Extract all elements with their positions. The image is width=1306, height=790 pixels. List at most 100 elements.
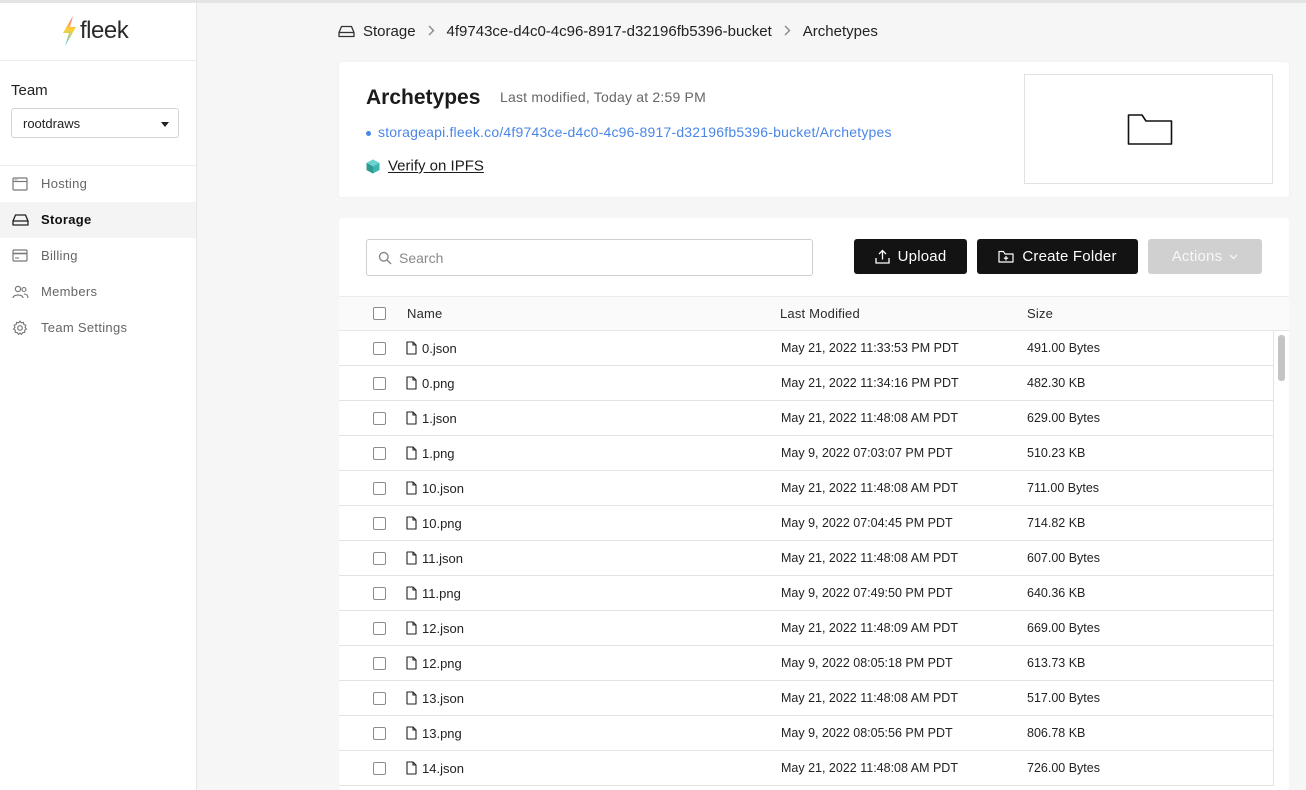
verify-ipfs[interactable]: Verify on IPFS — [366, 157, 484, 175]
row-checkbox[interactable] — [373, 447, 386, 460]
file-last-modified: May 9, 2022 07:49:50 PM PDT — [781, 586, 953, 600]
file-last-modified: May 9, 2022 08:05:18 PM PDT — [781, 656, 953, 670]
sidebar-item-hosting[interactable]: Hosting — [0, 166, 196, 202]
sidebar-item-team-settings[interactable]: Team Settings — [0, 310, 196, 346]
breadcrumb-storage[interactable]: Storage — [363, 23, 416, 40]
table-row[interactable]: 10.png May 9, 2022 07:04:45 PM PDT 714.8… — [339, 506, 1274, 541]
file-size: 669.00 Bytes — [1027, 621, 1100, 635]
file-last-modified: May 21, 2022 11:48:08 AM PDT — [781, 761, 958, 775]
file-size: 607.00 Bytes — [1027, 551, 1100, 565]
scrollbar-thumb[interactable] — [1278, 335, 1285, 381]
file-icon — [406, 691, 417, 705]
file-name[interactable]: 12.png — [422, 656, 462, 671]
file-name[interactable]: 12.json — [422, 621, 464, 636]
file-name[interactable]: 13.json — [422, 691, 464, 706]
table-row[interactable]: 1.json May 21, 2022 11:48:08 AM PDT 629.… — [339, 401, 1274, 436]
file-name[interactable]: 0.png — [422, 376, 455, 391]
select-all-checkbox[interactable] — [373, 307, 386, 320]
sidebar-item-label: Hosting — [41, 176, 88, 191]
table-row[interactable]: 0.png May 21, 2022 11:34:16 PM PDT 482.3… — [339, 366, 1274, 401]
storage-url-link[interactable]: storageapi.fleek.co/4f9743ce-d4c0-4c96-8… — [366, 124, 892, 140]
chevron-right-icon — [428, 23, 435, 40]
create-folder-button[interactable]: Create Folder — [977, 239, 1138, 274]
team-select-value: rootdraws — [23, 116, 81, 131]
file-name[interactable]: 10.png — [422, 516, 462, 531]
files-card: Upload Create Folder Actions Name Last M… — [339, 218, 1289, 790]
chevron-right-icon — [784, 23, 791, 40]
row-checkbox[interactable] — [373, 762, 386, 775]
row-checkbox[interactable] — [373, 727, 386, 740]
file-size: 491.00 Bytes — [1027, 341, 1100, 355]
breadcrumb-bucket[interactable]: 4f9743ce-d4c0-4c96-8917-d32196fb5396-buc… — [447, 23, 772, 40]
breadcrumb-current: Archetypes — [802, 22, 878, 40]
file-name[interactable]: 0.json — [422, 341, 457, 356]
file-icon — [406, 411, 417, 425]
chevron-down-icon — [1229, 254, 1238, 259]
file-name[interactable]: 10.json — [422, 481, 464, 496]
row-checkbox[interactable] — [373, 377, 386, 390]
sidebar-item-members[interactable]: Members — [0, 274, 196, 310]
table-row[interactable]: 11.json May 21, 2022 11:48:08 AM PDT 607… — [339, 541, 1274, 576]
brand-name: fleek — [80, 17, 129, 44]
folder-icon — [1127, 114, 1173, 145]
create-folder-label: Create Folder — [1022, 248, 1117, 265]
actions-label: Actions — [1171, 248, 1223, 265]
search-box[interactable] — [366, 239, 813, 276]
table-row[interactable]: 12.json May 21, 2022 11:48:09 AM PDT 669… — [339, 611, 1274, 646]
file-size: 806.78 KB — [1027, 726, 1086, 740]
table-header: Name Last Modified Size — [339, 296, 1289, 331]
file-icon — [406, 621, 417, 635]
table-row[interactable]: 0.json May 21, 2022 11:33:53 PM PDT 491.… — [339, 331, 1274, 366]
row-checkbox[interactable] — [373, 482, 386, 495]
sidebar-item-storage[interactable]: Storage — [0, 202, 196, 238]
hard-drive-icon — [12, 214, 29, 226]
file-last-modified: May 21, 2022 11:48:08 AM PDT — [781, 481, 958, 495]
file-last-modified: May 9, 2022 07:04:45 PM PDT — [781, 516, 953, 530]
table-row[interactable]: 1.png May 9, 2022 07:03:07 PM PDT 510.23… — [339, 436, 1274, 471]
file-name[interactable]: 14.json — [422, 761, 464, 776]
table-row[interactable]: 12.png May 9, 2022 08:05:18 PM PDT 613.7… — [339, 646, 1274, 681]
file-name[interactable]: 13.png — [422, 726, 462, 741]
actions-button[interactable]: Actions — [1148, 239, 1262, 274]
file-last-modified: May 21, 2022 11:33:53 PM PDT — [781, 341, 959, 355]
sidebar-item-billing[interactable]: Billing — [0, 238, 196, 274]
file-name[interactable]: 11.json — [422, 551, 463, 566]
file-last-modified: May 21, 2022 11:48:09 AM PDT — [781, 621, 958, 635]
column-header-size[interactable]: Size — [1027, 306, 1053, 321]
upload-button[interactable]: Upload — [854, 239, 967, 274]
search-input[interactable] — [399, 248, 799, 267]
table-row[interactable]: 10.json May 21, 2022 11:48:08 AM PDT 711… — [339, 471, 1274, 506]
file-size: 613.73 KB — [1027, 656, 1086, 670]
row-checkbox[interactable] — [373, 342, 386, 355]
file-name[interactable]: 11.png — [422, 586, 461, 601]
file-name[interactable]: 1.json — [422, 411, 457, 426]
column-header-name[interactable]: Name — [407, 306, 442, 321]
row-checkbox[interactable] — [373, 657, 386, 670]
sidebar-item-label: Members — [41, 284, 98, 299]
row-checkbox[interactable] — [373, 692, 386, 705]
storage-url: storageapi.fleek.co/4f9743ce-d4c0-4c96-8… — [378, 124, 892, 140]
table-row[interactable]: 11.png May 9, 2022 07:49:50 PM PDT 640.3… — [339, 576, 1274, 611]
row-checkbox[interactable] — [373, 587, 386, 600]
row-checkbox[interactable] — [373, 622, 386, 635]
file-last-modified: May 21, 2022 11:34:16 PM PDT — [781, 376, 959, 390]
row-checkbox[interactable] — [373, 552, 386, 565]
scrollbar-track[interactable] — [1276, 331, 1289, 790]
logo[interactable]: fleek — [0, 3, 196, 61]
file-size: 711.00 Bytes — [1027, 481, 1100, 495]
file-name[interactable]: 1.png — [422, 446, 455, 461]
file-last-modified: May 9, 2022 08:05:56 PM PDT — [781, 726, 953, 740]
table-row[interactable]: 13.json May 21, 2022 11:48:08 AM PDT 517… — [339, 681, 1274, 716]
table-row[interactable]: 14.json May 21, 2022 11:48:08 AM PDT 726… — [339, 751, 1274, 786]
file-last-modified: May 21, 2022 11:48:08 AM PDT — [781, 691, 958, 705]
column-header-last-modified[interactable]: Last Modified — [780, 306, 860, 321]
row-checkbox[interactable] — [373, 517, 386, 530]
team-select[interactable]: rootdraws — [11, 108, 179, 138]
row-checkbox[interactable] — [373, 412, 386, 425]
file-icon — [406, 726, 417, 740]
verify-ipfs-link[interactable]: Verify on IPFS — [388, 158, 484, 175]
file-size: 714.82 KB — [1027, 516, 1086, 530]
file-size: 510.23 KB — [1027, 446, 1086, 460]
table-row[interactable]: 13.png May 9, 2022 08:05:56 PM PDT 806.7… — [339, 716, 1274, 751]
file-icon — [406, 586, 417, 600]
